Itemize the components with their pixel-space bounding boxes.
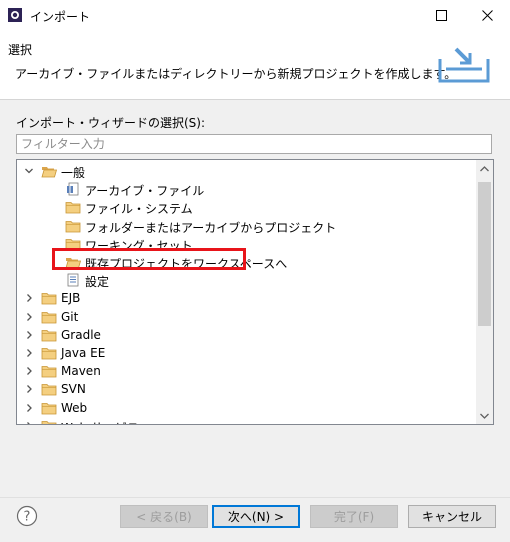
tree-item[interactable]: フォルダーまたはアーカイブからプロジェクト: [17, 217, 477, 235]
vertical-scrollbar[interactable]: [476, 160, 493, 424]
folder-icon: [41, 401, 57, 415]
tree-item-label: Web サービス: [61, 419, 139, 424]
close-button[interactable]: [464, 0, 510, 31]
maximize-icon: [435, 10, 447, 21]
tree-item-label: ファイル・システム: [85, 202, 193, 217]
folder-icon: [41, 291, 57, 305]
maximize-button[interactable]: [418, 0, 464, 31]
tree-item[interactable]: 設定: [17, 271, 477, 289]
folder-icon: [41, 364, 57, 378]
svg-text:?: ?: [24, 510, 31, 525]
tree-item[interactable]: EJB: [17, 289, 477, 307]
folder-icon: [41, 419, 57, 424]
folder-icon: [41, 310, 57, 324]
page-title: 選択: [8, 43, 33, 57]
import-banner-icon: [438, 47, 490, 83]
tree-item-label: EJB: [61, 291, 81, 306]
wizard-header: 選択 アーカイブ・ファイルまたはディレクトリーから新規プロジェクトを作成します。: [0, 31, 510, 100]
tree-item-label: Git: [61, 309, 79, 324]
folder-icon: [41, 328, 57, 342]
chevron-right-icon[interactable]: [23, 402, 35, 414]
chevron-right-icon[interactable]: [23, 365, 35, 377]
filter-input[interactable]: [16, 134, 492, 154]
title-bar: インポート: [0, 0, 510, 31]
help-icon[interactable]: ?: [16, 505, 38, 527]
chevron-down-icon[interactable]: [23, 165, 35, 177]
tree-item[interactable]: Gradle: [17, 326, 477, 344]
scroll-thumb[interactable]: [478, 182, 491, 326]
finish-button[interactable]: 完了(F): [310, 505, 398, 528]
tree-item-label: Maven: [61, 364, 101, 379]
highlight-annotation-box: [52, 248, 246, 270]
tree-item[interactable]: Git: [17, 308, 477, 326]
chevron-right-icon[interactable]: [23, 311, 35, 323]
cancel-button[interactable]: キャンセル: [408, 505, 496, 528]
folder-open-icon: [41, 164, 58, 178]
chevron-right-icon[interactable]: [23, 292, 35, 304]
folder-icon: [65, 219, 81, 233]
folder-icon: [41, 346, 57, 360]
tree-item-label: フォルダーまたはアーカイブからプロジェクト: [85, 220, 337, 235]
tree-item[interactable]: アーカイブ・ファイル: [17, 180, 477, 198]
folder-icon: [65, 200, 81, 214]
close-icon: [481, 10, 493, 21]
tree-item-label: アーカイブ・ファイル: [85, 184, 205, 199]
footer-divider: [0, 497, 510, 498]
scroll-down-button[interactable]: [476, 407, 493, 424]
chevron-right-icon[interactable]: [23, 329, 35, 341]
tree-item-label: SVN: [61, 382, 86, 397]
archive-file-icon: [65, 182, 81, 196]
settings-doc-icon: [65, 273, 81, 287]
scroll-up-button[interactable]: [476, 160, 493, 177]
folder-icon: [41, 382, 57, 396]
eclipse-app-icon: [8, 8, 22, 22]
tree-item-label: Gradle: [61, 327, 101, 342]
chevron-right-icon[interactable]: [23, 383, 35, 395]
tree-item[interactable]: Java EE: [17, 344, 477, 362]
tree-item-label: 設定: [85, 275, 110, 290]
tree-item[interactable]: SVN: [17, 380, 477, 398]
tree-item-label: 一般: [61, 166, 86, 180]
tree-item-label: Java EE: [61, 346, 106, 360]
tree-item[interactable]: ファイル・システム: [17, 198, 477, 216]
wizard-tree[interactable]: 一般アーカイブ・ファイル ファイル・システムフォルダーまたはアーカイブからプロジェ…: [16, 159, 494, 425]
tree-item[interactable]: Web: [17, 399, 477, 417]
tree-item[interactable]: 一般: [17, 162, 477, 180]
chevron-down-icon: [480, 413, 489, 419]
back-button[interactable]: < 戻る(B): [120, 505, 208, 528]
chevron-right-icon[interactable]: [23, 347, 35, 359]
next-button[interactable]: 次へ(N) >: [212, 505, 300, 528]
tree-item-label: Web: [61, 400, 88, 415]
page-description: アーカイブ・ファイルまたはディレクトリーから新規プロジェクトを作成します。: [15, 67, 457, 81]
chevron-right-icon[interactable]: [23, 420, 35, 424]
wizard-select-label: インポート・ウィザードの選択(S):: [16, 116, 206, 130]
tree-item[interactable]: Maven: [17, 362, 477, 380]
chevron-up-icon: [480, 165, 489, 171]
window-title: インポート: [30, 10, 91, 24]
tree-item[interactable]: Web サービス: [17, 417, 477, 424]
